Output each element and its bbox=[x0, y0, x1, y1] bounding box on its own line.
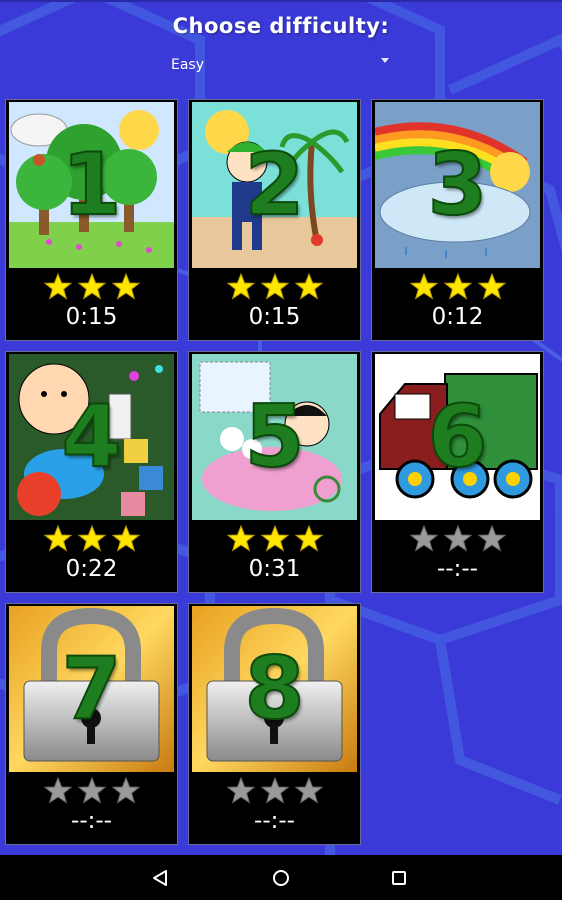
level-time: 0:12 bbox=[431, 304, 484, 330]
star-empty-icon bbox=[294, 776, 323, 804]
level-number: 6 bbox=[427, 386, 489, 488]
star-filled-icon bbox=[477, 272, 506, 300]
page-title: Choose difficulty: bbox=[172, 14, 390, 38]
level-number: 2 bbox=[244, 134, 306, 236]
level-2-picture: 2 bbox=[192, 102, 357, 268]
star-rating bbox=[372, 524, 543, 554]
level-number: 7 bbox=[61, 638, 123, 740]
star-filled-icon bbox=[226, 524, 255, 552]
star-filled-icon bbox=[111, 272, 140, 300]
level-tile-1[interactable]: 1 0:15 bbox=[5, 99, 178, 341]
star-empty-icon bbox=[443, 524, 472, 552]
level-tile-7[interactable]: 7 --:-- bbox=[5, 603, 178, 845]
star-empty-icon bbox=[77, 776, 106, 804]
recents-icon[interactable] bbox=[386, 865, 412, 891]
difficulty-selected-value: Easy bbox=[171, 57, 205, 73]
home-icon[interactable] bbox=[268, 865, 294, 891]
level-number: 4 bbox=[61, 386, 123, 488]
star-filled-icon bbox=[260, 272, 289, 300]
level-tile-5[interactable]: 5 0:31 bbox=[188, 351, 361, 593]
level-number: 5 bbox=[244, 386, 306, 488]
star-empty-icon bbox=[111, 776, 140, 804]
star-filled-icon bbox=[77, 272, 106, 300]
star-filled-icon bbox=[443, 272, 472, 300]
star-rating bbox=[372, 272, 543, 302]
level-number: 8 bbox=[244, 638, 306, 740]
dropdown-arrow-icon bbox=[381, 58, 389, 63]
level-time: --:-- bbox=[71, 808, 112, 834]
star-empty-icon bbox=[43, 776, 72, 804]
level-time: --:-- bbox=[254, 808, 295, 834]
level-time: --:-- bbox=[437, 556, 478, 582]
star-filled-icon bbox=[294, 524, 323, 552]
level-time: 0:15 bbox=[65, 304, 118, 330]
level-6-picture: 6 bbox=[375, 354, 540, 520]
level-tile-2[interactable]: 2 0:15 bbox=[188, 99, 361, 341]
star-empty-icon bbox=[226, 776, 255, 804]
level-tile-6[interactable]: 6 --:-- bbox=[371, 351, 544, 593]
star-filled-icon bbox=[260, 524, 289, 552]
star-empty-icon bbox=[260, 776, 289, 804]
level-tile-4[interactable]: 4 0:22 bbox=[5, 351, 178, 593]
star-rating bbox=[6, 776, 177, 806]
star-filled-icon bbox=[77, 524, 106, 552]
star-filled-icon bbox=[409, 272, 438, 300]
level-4-picture: 4 bbox=[9, 354, 174, 520]
level-time: 0:22 bbox=[65, 556, 118, 582]
level-8-picture: 8 bbox=[192, 606, 357, 772]
level-3-picture: 3 bbox=[375, 102, 540, 268]
level-time: 0:15 bbox=[248, 304, 301, 330]
star-rating bbox=[6, 524, 177, 554]
navigation-bar bbox=[0, 855, 562, 900]
star-rating bbox=[189, 524, 360, 554]
level-number: 1 bbox=[61, 134, 123, 236]
star-filled-icon bbox=[43, 272, 72, 300]
star-filled-icon bbox=[294, 272, 323, 300]
back-icon[interactable] bbox=[147, 865, 173, 891]
star-filled-icon bbox=[226, 272, 255, 300]
level-tile-8[interactable]: 8 --:-- bbox=[188, 603, 361, 845]
status-strip bbox=[0, 0, 562, 2]
star-rating bbox=[189, 272, 360, 302]
level-7-picture: 7 bbox=[9, 606, 174, 772]
star-filled-icon bbox=[43, 524, 72, 552]
star-rating bbox=[189, 776, 360, 806]
star-rating bbox=[6, 272, 177, 302]
star-empty-icon bbox=[477, 524, 506, 552]
star-empty-icon bbox=[409, 524, 438, 552]
star-filled-icon bbox=[111, 524, 140, 552]
level-5-picture: 5 bbox=[192, 354, 357, 520]
level-tile-3[interactable]: 3 0:12 bbox=[371, 99, 544, 341]
level-number: 3 bbox=[427, 134, 489, 236]
difficulty-select[interactable]: Easy bbox=[165, 52, 395, 78]
level-1-picture: 1 bbox=[9, 102, 174, 268]
level-time: 0:31 bbox=[248, 556, 301, 582]
